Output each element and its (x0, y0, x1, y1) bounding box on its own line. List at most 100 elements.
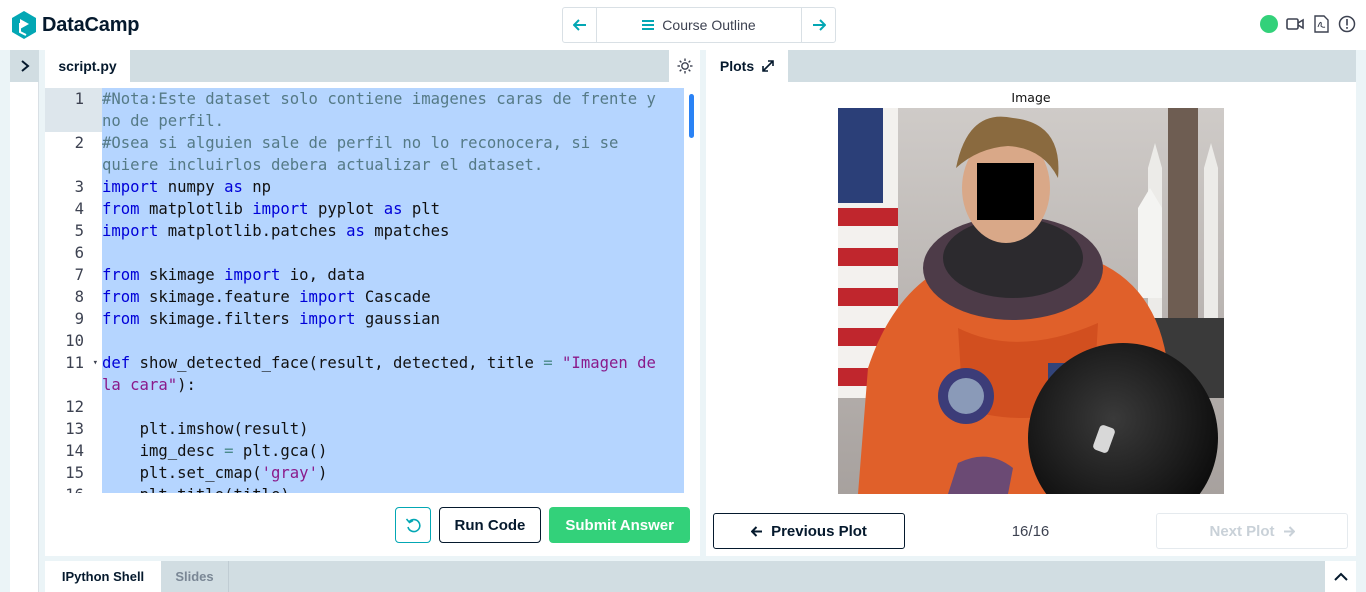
line-number: 15 (65, 464, 84, 482)
code-text: import numpy as np (102, 176, 684, 198)
code-line[interactable]: 4 from matplotlib import pyplot as plt (45, 198, 684, 220)
previous-plot-button[interactable]: Previous Plot (713, 513, 905, 549)
run-code-button[interactable]: Run Code (438, 507, 542, 543)
code-line[interactable]: 9 from skimage.filters import gaussian (45, 308, 684, 330)
code-text: from skimage.filters import gaussian (102, 308, 684, 330)
code-token: matplotlib.patches (158, 222, 347, 240)
line-number: 6 (74, 244, 84, 262)
plot-counter: 16/16 (1011, 522, 1050, 540)
line-number: 14 (65, 442, 84, 460)
line-number: 13 (65, 420, 84, 438)
tab-ipython-shell[interactable]: IPython Shell (45, 561, 161, 592)
line-number: 9 (74, 310, 84, 328)
expand-console-button[interactable] (1325, 561, 1356, 592)
tab-slides[interactable]: Slides (161, 561, 229, 592)
status-dot (1260, 15, 1278, 33)
editor-panel: script.py 1 #Nota:Este dataset solo conti… (45, 50, 700, 556)
code-token: skimage (139, 266, 225, 284)
code-line[interactable]: 15 plt.set_cmap('gray') (45, 462, 684, 484)
code-token: Cascade (355, 288, 431, 306)
next-plot-button[interactable]: Next Plot (1156, 513, 1348, 549)
plots-panel: Plots Image Previous Plot 16/16 Next Plo… (706, 50, 1356, 556)
code-line[interactable]: 3 import numpy as np (45, 176, 684, 198)
code-line[interactable]: 14 img_desc = plt.gca() (45, 440, 684, 462)
code-token: matplotlib (139, 200, 253, 218)
expand-icon[interactable] (762, 60, 774, 72)
code-line[interactable]: 16 plt.title(title) (45, 484, 684, 493)
datacamp-logo[interactable]: DataCamp (10, 10, 140, 40)
slides-pdf-button[interactable] (1312, 15, 1330, 33)
course-outline-label: Course Outline (662, 17, 756, 33)
code-token: import (102, 178, 159, 196)
code-line[interactable]: 12 (45, 396, 684, 418)
submit-answer-button[interactable]: Submit Answer (549, 507, 690, 543)
line-number: 4 (74, 200, 84, 218)
brand-name: DataCamp (42, 13, 140, 36)
code-text: from matplotlib import pyplot as plt (102, 198, 684, 220)
code-line[interactable]: 5 import matplotlib.patches as mpatches (45, 220, 684, 242)
code-token: ): (177, 376, 196, 394)
astronaut-photo (838, 108, 1224, 494)
arrow-left-icon (751, 525, 763, 537)
code-line[interactable]: 10 (45, 330, 684, 352)
code-token: pyplot (308, 200, 384, 218)
editor-settings-button[interactable] (668, 50, 700, 82)
line-number: 16 (45, 484, 102, 493)
code-text: #Osea si alguien sale de perfil no lo re… (102, 132, 684, 176)
code-token: as (383, 200, 403, 218)
code-line[interactable]: 1 #Nota:Este dataset solo contiene imagen… (45, 88, 684, 132)
code-line[interactable]: 2 #Osea si alguien sale de perfil no lo r… (45, 132, 684, 176)
fold-arrow-icon[interactable]: ▾ (93, 352, 98, 374)
code-token: plt.imshow(result) (102, 420, 309, 438)
editor-scrollbar[interactable] (686, 88, 696, 493)
code-text: from skimage import io, data (102, 264, 684, 286)
reset-code-button[interactable] (394, 507, 431, 543)
console-bar: IPython Shell Slides (45, 561, 1356, 592)
code-token: plt (402, 200, 441, 218)
line-number: 3 (74, 178, 84, 196)
arrow-right-icon (1283, 525, 1295, 537)
code-line[interactable]: 8 from skimage.feature import Cascade (45, 286, 684, 308)
code-token: ) (317, 464, 328, 482)
prev-exercise-button[interactable] (563, 8, 597, 42)
code-editor[interactable]: 1 #Nota:Este dataset solo contiene imagen… (45, 88, 684, 493)
report-issue-button[interactable] (1338, 15, 1356, 33)
video-button[interactable] (1286, 15, 1304, 33)
code-line[interactable]: 11 ▾ def show_detected_face(result, detect… (45, 352, 684, 396)
code-line[interactable]: 13 plt.imshow(result) (45, 418, 684, 440)
code-token: 'gray' (261, 464, 318, 482)
code-token: #Nota:Este dataset solo contiene imagene… (102, 90, 666, 130)
tab-plots[interactable]: Plots (706, 50, 788, 82)
tab-script-py[interactable]: script.py (45, 50, 130, 82)
code-text: #Nota:Este dataset solo contiene imagene… (102, 88, 684, 132)
code-text: plt.set_cmap('gray') (102, 462, 684, 484)
next-exercise-button[interactable] (801, 8, 835, 42)
code-line[interactable]: 6 (45, 242, 684, 264)
editor-scrollbar-thumb[interactable] (689, 94, 694, 138)
astronaut-plot-image (838, 108, 1224, 494)
plot-navigation: Previous Plot 16/16 Next Plot (713, 513, 1348, 549)
code-token: skimage.feature (139, 288, 300, 306)
chevron-right-icon (20, 60, 30, 72)
video-icon (1286, 18, 1304, 30)
code-token: mpatches (364, 222, 450, 240)
code-token: as (346, 222, 365, 240)
line-number: 10 (65, 332, 84, 350)
next-plot-label: Next Plot (1209, 522, 1275, 540)
editor-tabs: script.py (45, 50, 700, 82)
line-number: 11 ▾ (65, 352, 98, 374)
code-token: def (102, 354, 131, 372)
course-outline-button[interactable]: Course Outline (597, 8, 801, 42)
code-token: img_desc (102, 442, 225, 460)
line-number: 12 (65, 398, 84, 416)
line-number: 1 (45, 88, 102, 132)
line-number: 7 (74, 266, 84, 284)
code-text (102, 242, 684, 264)
expand-sidebar-button[interactable] (10, 50, 39, 82)
brightness-icon (677, 58, 692, 74)
code-line[interactable]: 7 from skimage import io, data (45, 264, 684, 286)
code-token: = (543, 354, 553, 372)
